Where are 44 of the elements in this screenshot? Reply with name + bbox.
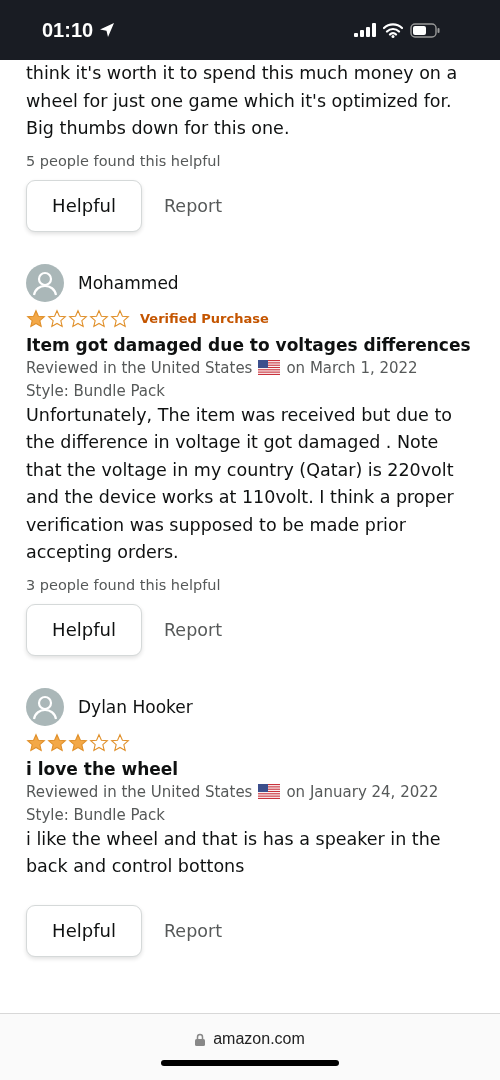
helpful-button[interactable]: Helpful xyxy=(26,904,142,957)
flag-icon xyxy=(258,360,281,375)
empty-star-icon xyxy=(89,732,109,753)
status-time: 01:10 xyxy=(42,18,94,42)
home-indicator[interactable] xyxy=(161,1060,339,1066)
review-text: Unfortunately, The item was received but due to the difference in voltage it got damaged . Note that the voltage in my country (Qatar) is 220volt and the device works at 110volt. I think a proper verification was supposed to be made prior accepting orders. xyxy=(26,403,455,564)
filled-star-icon xyxy=(68,732,88,753)
helpful-button[interactable]: Helpful xyxy=(26,179,142,232)
empty-star-icon xyxy=(47,308,67,329)
review-text: think it's worth it to spend this much money on a wheel for just one game which it's optimized for. Big thumbs down for this one. xyxy=(26,62,459,140)
report-link[interactable]: Report xyxy=(164,195,222,216)
empty-star-icon xyxy=(89,308,109,329)
empty-star-icon xyxy=(68,308,88,329)
avatar-icon xyxy=(26,263,64,302)
location-arrow-icon xyxy=(99,22,116,38)
report-link[interactable]: Report xyxy=(164,920,222,941)
review-date: on January 24, 2022 xyxy=(286,782,439,801)
url-text[interactable]: amazon.com xyxy=(213,1030,305,1048)
review-text: i like the wheel and that is has a speaker in the back and control bottons xyxy=(26,827,442,878)
review-location: Reviewed in the United States xyxy=(26,782,253,801)
avatar-icon xyxy=(26,687,64,726)
report-link[interactable]: Report xyxy=(164,619,222,640)
review-date: on March 1, 2022 xyxy=(286,358,418,377)
battery-icon xyxy=(410,22,440,38)
flag-icon xyxy=(258,784,281,799)
product-style: Style: Bundle Pack xyxy=(26,381,166,400)
verified-purchase-label: Verified Purchase xyxy=(140,311,269,326)
filled-star-icon xyxy=(26,732,46,753)
review-title: i love the wheel xyxy=(26,758,180,779)
review-location: Reviewed in the United States xyxy=(26,358,253,377)
signal-icon xyxy=(354,23,376,37)
wifi-icon xyxy=(383,22,403,38)
helpful-count: 5 people found this helpful xyxy=(26,152,222,169)
empty-star-icon xyxy=(110,732,130,753)
product-style: Style: Bundle Pack xyxy=(26,805,166,824)
filled-star-icon xyxy=(47,732,67,753)
helpful-button[interactable]: Helpful xyxy=(26,603,142,656)
helpful-count: 3 people found this helpful xyxy=(26,576,222,593)
empty-star-icon xyxy=(110,308,130,329)
review-title: Item got damaged due to voltages differences xyxy=(26,334,472,355)
reviewer-name: Dylan Hooker xyxy=(78,696,193,717)
filled-star-icon xyxy=(26,308,46,329)
lock-icon xyxy=(195,1032,206,1046)
reviewer-name: Mohammed xyxy=(78,272,179,293)
